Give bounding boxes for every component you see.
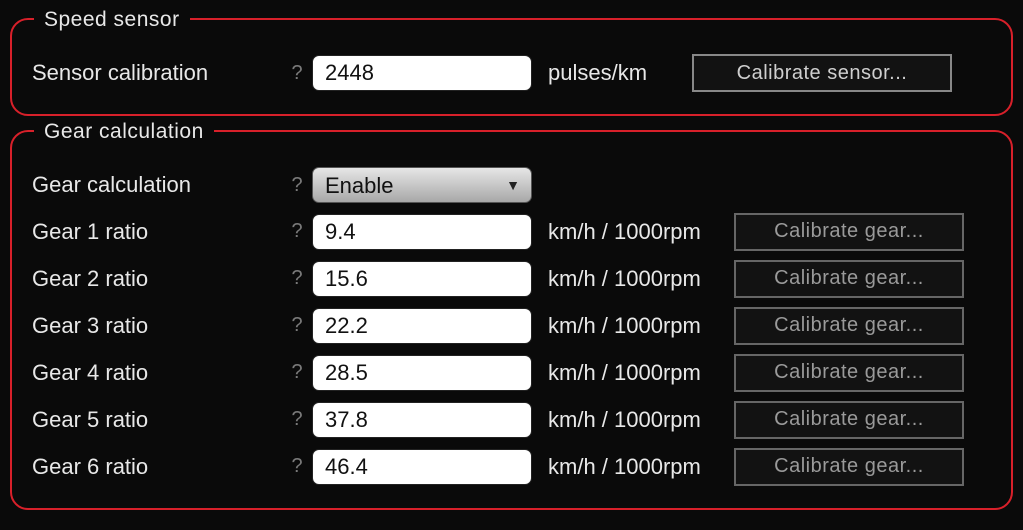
gear-ratio-input[interactable] [312,214,532,250]
help-icon[interactable]: ? [282,62,312,85]
calibrate-gear-button[interactable]: Calibrate gear... [734,260,964,298]
sensor-calibration-input[interactable] [312,55,532,91]
calibrate-sensor-button[interactable]: Calibrate sensor... [692,54,952,92]
gear-ratio-row: Gear 3 ratio? km/h / 1000rpmCalibrate gea… [32,302,991,349]
gear-calc-mode-select[interactable]: EnableDisable [312,167,532,203]
calibrate-gear-button[interactable]: Calibrate gear... [734,448,964,486]
help-icon[interactable]: ? [282,408,312,431]
gear-calc-mode-row: Gear calculation ? EnableDisable ▼ [32,162,991,208]
gear-calc-mode-label: Gear calculation [32,172,282,198]
sensor-calibration-row: Sensor calibration ? pulses/km Calibrate… [32,50,991,96]
help-icon[interactable]: ? [282,361,312,384]
gear-ratio-unit: km/h / 1000rpm [532,454,742,480]
help-icon[interactable]: ? [282,314,312,337]
gear-ratio-input[interactable] [312,355,532,391]
sensor-calibration-unit: pulses/km [532,60,662,86]
calibrate-gear-button[interactable]: Calibrate gear... [734,213,964,251]
gear-ratio-unit: km/h / 1000rpm [532,313,742,339]
gear-ratio-row: Gear 6 ratio? km/h / 1000rpmCalibrate gea… [32,443,991,490]
gear-ratio-input[interactable] [312,308,532,344]
help-icon[interactable]: ? [282,455,312,478]
gear-ratio-label: Gear 2 ratio [32,266,282,292]
gear-ratio-label: Gear 6 ratio [32,454,282,480]
gear-ratio-label: Gear 1 ratio [32,219,282,245]
gear-ratio-unit: km/h / 1000rpm [532,266,742,292]
gear-calc-mode-select-wrap: EnableDisable ▼ [312,167,532,203]
calibrate-gear-button[interactable]: Calibrate gear... [734,307,964,345]
gear-ratio-input[interactable] [312,261,532,297]
gear-ratio-input[interactable] [312,402,532,438]
gear-calculation-group: Gear calculation Gear calculation ? Enab… [10,130,1013,510]
help-icon[interactable]: ? [282,267,312,290]
sensor-calibration-label: Sensor calibration [32,60,282,86]
help-icon[interactable]: ? [282,220,312,243]
gear-ratio-unit: km/h / 1000rpm [532,360,742,386]
gear-calculation-legend: Gear calculation [34,120,214,144]
gear-ratio-row: Gear 1 ratio? km/h / 1000rpmCalibrate gea… [32,208,991,255]
speed-sensor-group: Speed sensor Sensor calibration ? pulses… [10,18,1013,116]
gear-rows-container: Gear 1 ratio?km/h / 1000rpmCalibrate gea… [32,208,991,490]
gear-ratio-row: Gear 5 ratio? km/h / 1000rpmCalibrate gea… [32,396,991,443]
calibrate-gear-button[interactable]: Calibrate gear... [734,401,964,439]
help-icon[interactable]: ? [282,174,312,197]
gear-ratio-label: Gear 5 ratio [32,407,282,433]
gear-ratio-row: Gear 4 ratio? km/h / 1000rpmCalibrate gea… [32,349,991,396]
gear-ratio-label: Gear 4 ratio [32,360,282,386]
gear-ratio-row: Gear 2 ratio? km/h / 1000rpmCalibrate gea… [32,255,991,302]
gear-ratio-unit: km/h / 1000rpm [532,219,742,245]
speed-sensor-legend: Speed sensor [34,8,190,32]
calibrate-gear-button[interactable]: Calibrate gear... [734,354,964,392]
gear-ratio-input[interactable] [312,449,532,485]
gear-ratio-label: Gear 3 ratio [32,313,282,339]
gear-ratio-unit: km/h / 1000rpm [532,407,742,433]
